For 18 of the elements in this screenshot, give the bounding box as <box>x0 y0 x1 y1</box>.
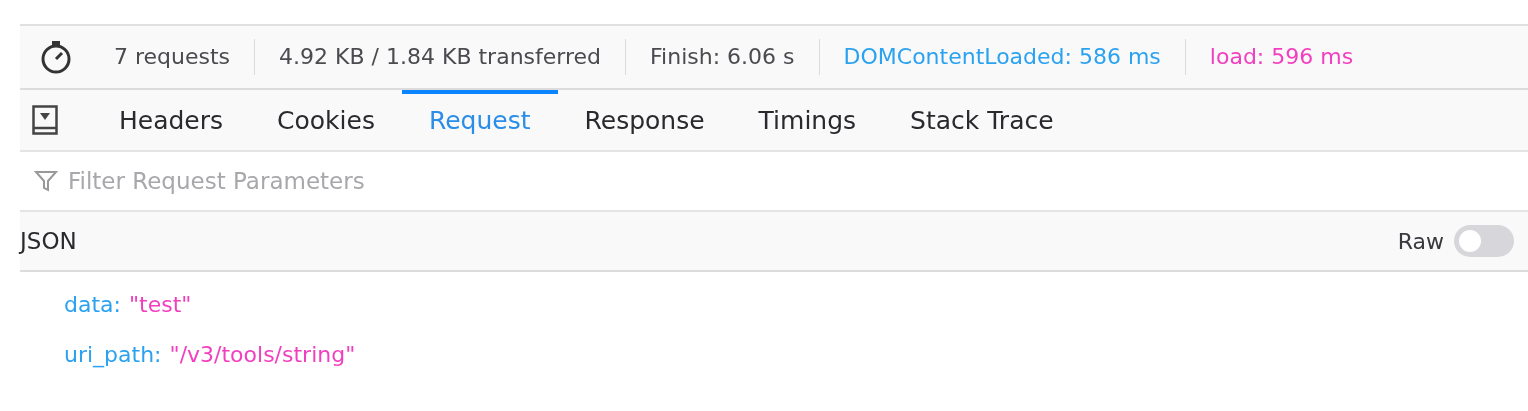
param-line: data: "test" <box>64 291 193 319</box>
raw-label: Raw <box>1397 228 1444 254</box>
filter-icon <box>34 169 58 193</box>
tab[interactable]: Cookies <box>250 90 402 150</box>
param-line: uri_path: "/v3/tools/string" <box>64 341 357 370</box>
summary-text: load: 596 ms <box>1184 39 1378 75</box>
raw-toggle[interactable] <box>1454 225 1514 257</box>
summary-text: 4.92 KB / 1.84 KB transferred <box>254 39 626 75</box>
filter-field[interactable]: Filter Request Parameters <box>66 167 1528 195</box>
tab[interactable]: Response <box>557 90 732 150</box>
tab[interactable]: Stack Trace <box>883 90 1081 150</box>
tab[interactable]: Timings <box>731 90 884 150</box>
summary-text: 7 requests <box>113 43 232 71</box>
summary-text: Finish: 6.06 s <box>625 39 819 75</box>
section-title: JSON <box>20 228 77 254</box>
panel-toggle-icon[interactable] <box>32 105 58 135</box>
summary-text: DOMContentLoaded: 586 ms <box>818 39 1185 75</box>
tab[interactable]: Headers <box>92 90 251 150</box>
